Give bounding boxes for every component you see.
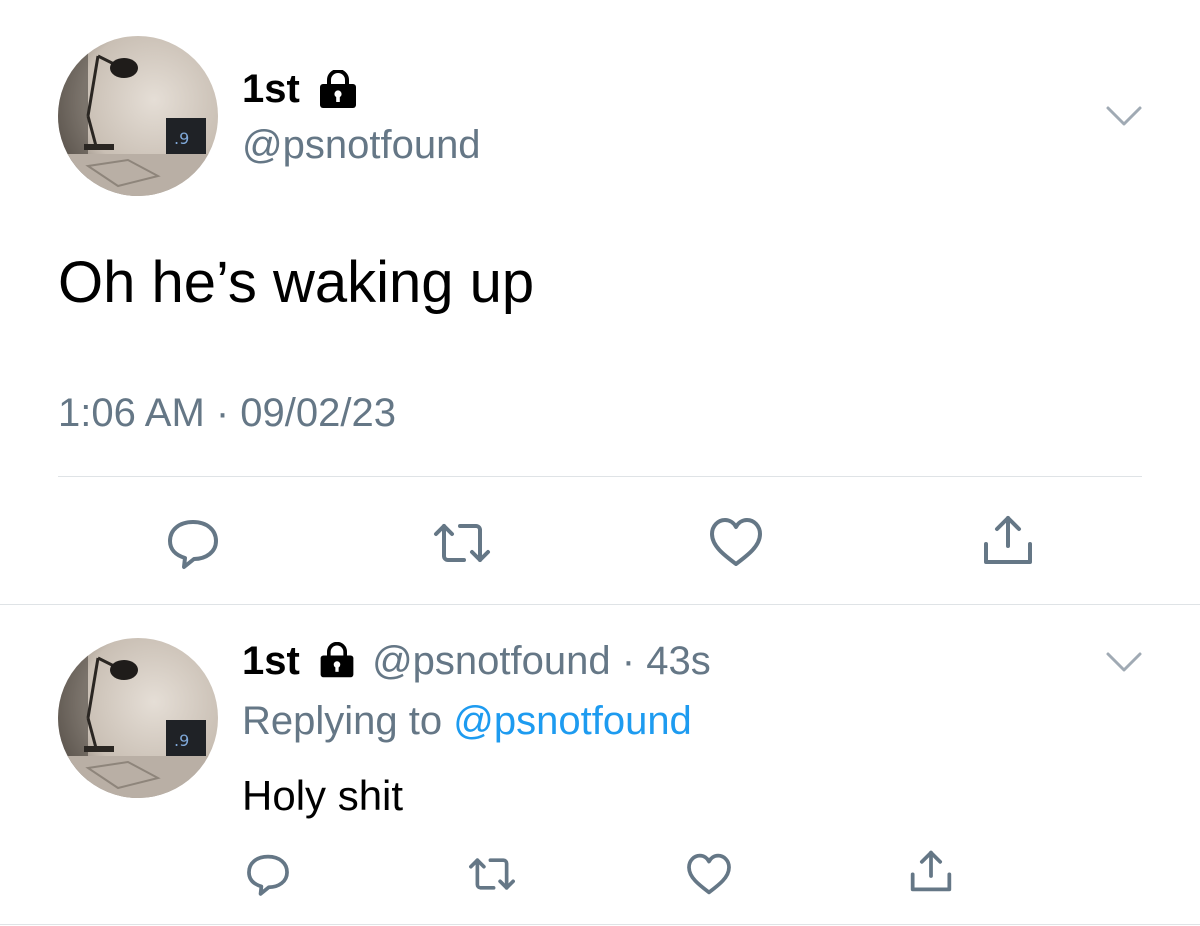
- handle[interactable]: @psnotfound: [242, 122, 481, 168]
- timestamp[interactable]: 1:06 AM · 09/02/23: [58, 390, 396, 436]
- replying-to: Replying to @psnotfound: [242, 698, 692, 744]
- display-name[interactable]: 1st: [242, 639, 300, 683]
- chevron-down-icon[interactable]: [1104, 650, 1144, 674]
- share-icon[interactable]: [906, 846, 956, 896]
- retweet-icon[interactable]: [466, 852, 518, 896]
- desk-lamp-avatar: .9: [58, 638, 218, 798]
- svg-text:.9: .9: [174, 129, 189, 148]
- lock-icon: [316, 70, 360, 108]
- retweet-icon[interactable]: [430, 516, 494, 570]
- handle[interactable]: @psnotfound: [372, 639, 611, 683]
- replying-to-handle[interactable]: @psnotfound: [453, 699, 692, 743]
- separator: ·: [621, 639, 636, 683]
- tweet-text: Holy shit: [242, 772, 404, 819]
- like-icon[interactable]: [706, 514, 766, 570]
- svg-text:.9: .9: [174, 731, 189, 750]
- replying-prefix: Replying to: [242, 699, 443, 743]
- share-icon[interactable]: [978, 510, 1038, 570]
- section-divider: [0, 604, 1200, 605]
- reply-header: 1st @psnotfound · 43s: [242, 638, 711, 688]
- tweet-text: Oh he’s waking up: [58, 250, 535, 315]
- desk-lamp-avatar: .9: [58, 36, 218, 196]
- like-icon[interactable]: [684, 850, 734, 898]
- reply-icon[interactable]: [244, 850, 292, 898]
- chevron-down-icon[interactable]: [1104, 104, 1144, 128]
- lock-icon: [317, 642, 357, 688]
- avatar[interactable]: .9: [58, 36, 218, 196]
- reply-icon[interactable]: [164, 514, 222, 572]
- display-name[interactable]: 1st: [242, 66, 300, 112]
- bottom-divider: [0, 924, 1200, 925]
- time-ago[interactable]: 43s: [646, 639, 711, 683]
- avatar[interactable]: .9: [58, 638, 218, 798]
- divider: [58, 476, 1142, 477]
